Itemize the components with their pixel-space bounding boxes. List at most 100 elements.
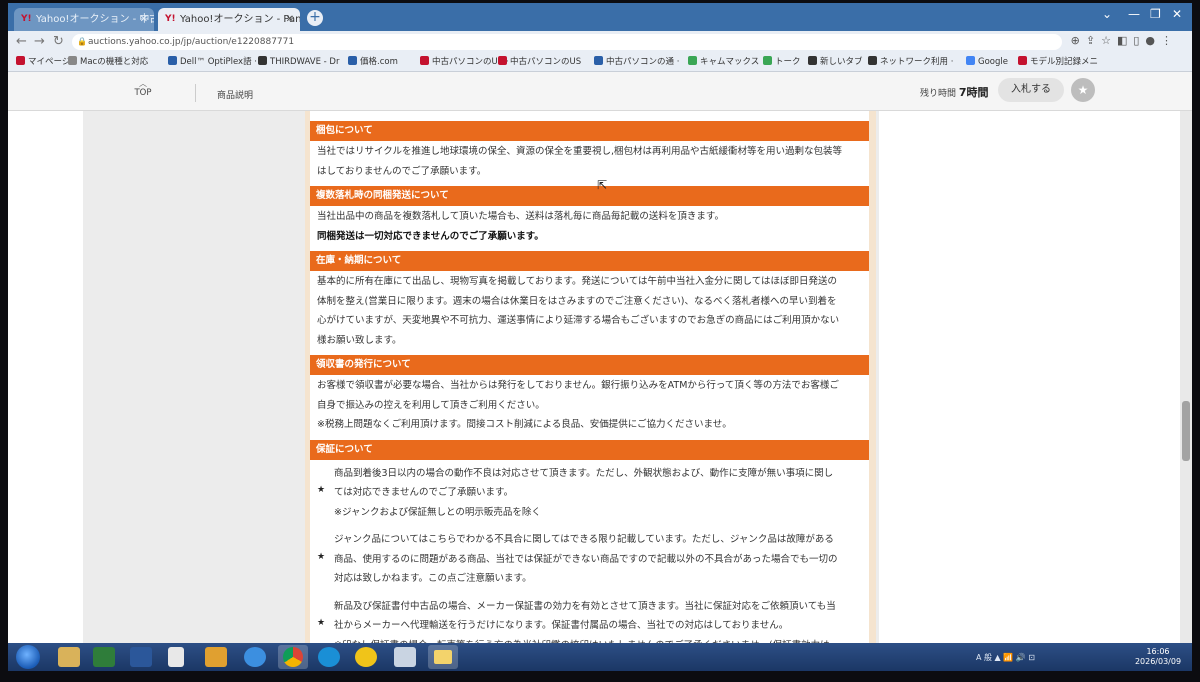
bookmark-item[interactable]: 中古パソコンの通 · <box>594 56 679 68</box>
document-icon[interactable] <box>168 647 184 667</box>
bookmark-label: 中古パソコンの通 · <box>606 57 680 67</box>
bookmark-favicon-icon <box>168 56 177 65</box>
yahoo-favicon-icon: Y! <box>21 14 32 24</box>
bookmark-favicon-icon <box>258 56 267 65</box>
bookmark-label: Dell™ OptiPlex語 · <box>180 57 257 67</box>
bookmark-item[interactable]: Google <box>966 56 1008 68</box>
app-icon-2[interactable] <box>394 647 416 667</box>
scrollbar-thumb[interactable] <box>1182 401 1190 461</box>
bookmark-item[interactable]: 中古パソコンのUS <box>498 56 581 68</box>
forward-arrow-icon[interactable]: → <box>34 33 45 51</box>
warranty-item-text: ては対応できませんのでご了承願います。 <box>334 487 514 498</box>
auction-sticky-header: ︿ TOP 商品説明 残り時間 7時間 入札する ★ <box>8 72 1192 111</box>
page-scrollbar[interactable] <box>1180 111 1192 643</box>
section-text: 同梱発送は一切対応できませんのでご了承願います。 <box>317 230 544 242</box>
url-text: auctions.yahoo.co.jp/jp/auction/e1220887… <box>88 37 295 47</box>
bookmark-item[interactable]: Macの機種と対応 <box>68 56 148 68</box>
top-label: TOP <box>134 88 152 98</box>
folder-icon <box>434 650 452 664</box>
close-icon[interactable]: ✕ <box>140 8 148 31</box>
minimize-button[interactable]: — <box>1128 5 1140 23</box>
chrome-icon <box>283 647 303 667</box>
warranty-item-text: 商品、使用するのに問題がある商品、当社では保証ができない商品ですので記載以外の不… <box>334 553 838 565</box>
section-text: 当社出品中の商品を複数落札して頂いた場合も、送料は落札毎に商品毎記載の送料を頂き… <box>317 211 724 222</box>
bookmark-label: トーク <box>775 57 801 67</box>
bookmark-item[interactable]: モデル別記録メニ <box>1018 56 1098 68</box>
bookmark-favicon-icon <box>348 56 357 65</box>
bookmark-label: マイページ <box>28 57 71 67</box>
tab-auction-2[interactable]: Y! Yahoo!オークション - Panaso ✕ <box>158 8 300 31</box>
bid-button[interactable]: 入札する <box>998 78 1064 102</box>
bookmark-item[interactable]: Dell™ OptiPlex語 · <box>168 56 257 68</box>
tab-auction-1[interactable]: Y! Yahoo!オークション - 中古パ ✕ <box>14 8 154 31</box>
bookmark-favicon-icon <box>808 56 817 65</box>
divider <box>195 84 196 102</box>
clock-date: 2026/03/09 <box>1134 657 1182 666</box>
bookmark-item[interactable]: 価格.com <box>348 56 398 68</box>
warranty-item-text: ※ジャンクおよび保証無しとの明示販売品を除く <box>334 506 541 518</box>
browser-toolbar-icons[interactable]: ⊕⇪☆◧▯●⋮ <box>1071 34 1178 47</box>
excel-icon[interactable] <box>93 647 115 667</box>
app-icon[interactable] <box>355 647 377 667</box>
bookmark-item[interactable]: キャムマックス <box>688 56 759 68</box>
close-icon[interactable]: ✕ <box>286 8 294 31</box>
maximize-button[interactable]: ❐ <box>1150 5 1161 23</box>
watchlist-star-icon[interactable]: ★ <box>1071 78 1095 102</box>
section-text: ※税務上問題なくご利用頂けます。間接コスト削減による良品、安価提供にご協力くださ… <box>317 419 732 430</box>
bookmark-favicon-icon <box>966 56 975 65</box>
bookmark-label: ネットワーク利用 · <box>880 57 954 67</box>
chevron-up-icon: ︿ <box>139 79 147 88</box>
bookmark-item[interactable]: 中古パソコンのUS · <box>420 56 509 68</box>
bookmark-favicon-icon <box>868 56 877 65</box>
section-heading: 保証について <box>310 439 869 460</box>
bookmark-item[interactable]: マイページ <box>16 56 70 68</box>
section-text: 体制を整え(営業日に限ります。週末の場合は休業日をはさみますのでご注意ください)… <box>317 295 837 307</box>
yahoo-favicon-icon: Y! <box>165 14 176 24</box>
screen: Y! Yahoo!オークション - 中古パ ✕ Y! Yahoo!オークション … <box>8 3 1192 671</box>
file-explorer-icon[interactable] <box>58 647 80 667</box>
edge-icon[interactable] <box>318 647 340 667</box>
description-link[interactable]: 商品説明 <box>217 88 253 101</box>
description-content: 梱包について 当社ではリサイクルを推進し地球環境の保全、資源の保全を重要視し,梱包… <box>310 111 869 643</box>
section-text: はしておりませんのでご了承願います。 <box>317 165 487 177</box>
folder-taskbar-button[interactable] <box>428 645 458 669</box>
chrome-taskbar-button[interactable] <box>278 645 308 669</box>
bookmark-favicon-icon <box>16 56 25 65</box>
section-heading: 在庫・納期について <box>310 251 869 271</box>
tab-search-icon[interactable]: ⌄ <box>1102 5 1112 23</box>
start-button[interactable] <box>16 645 40 669</box>
tab-title: Yahoo!オークション - Panaso <box>180 14 300 25</box>
bookmark-favicon-icon <box>498 56 507 65</box>
back-arrow-icon[interactable]: ← <box>16 33 27 51</box>
bookmark-item[interactable]: 新しいタブ <box>808 56 863 68</box>
bookmark-favicon-icon <box>594 56 603 65</box>
reload-icon[interactable]: ↻ <box>53 33 64 51</box>
bookmark-item[interactable]: ネットワーク利用 · <box>868 56 953 68</box>
section-text: 心がけていますが、天変地異や不可抗力、運送事情により延滞する場合もございますので… <box>317 315 840 326</box>
clock[interactable]: 16:06 2026/03/09 <box>1134 647 1182 667</box>
new-tab-button[interactable]: + <box>307 10 323 26</box>
bullet-star-icon: ★ <box>317 551 326 562</box>
top-link[interactable]: ︿ TOP <box>128 79 158 99</box>
bullet-star-icon: ★ <box>317 618 326 628</box>
bookmark-favicon-icon <box>1018 56 1027 65</box>
system-tray[interactable]: A 般 ▲ 📶 🔊 ⊡ <box>976 652 1035 663</box>
bookmarks-bar: マイページ Macの機種と対応 Dell™ OptiPlex語 · THIRDWAVE… <box>8 53 1192 72</box>
bookmark-favicon-icon <box>763 56 772 65</box>
bookmark-item[interactable]: THIRDWAVE - Dr <box>258 56 339 68</box>
url-field[interactable]: 🔒 auctions.yahoo.co.jp/jp/auction/e12208… <box>72 34 1062 50</box>
mouse-cursor-icon: ⇱ <box>597 178 608 192</box>
time-left-label: 残り時間 <box>920 89 957 99</box>
section-text: お客様で領収書が必要な場合、当社からは発行をしておりません。銀行振り込みをATM… <box>317 380 839 391</box>
windows-taskbar: A 般 ▲ 📶 🔊 ⊡ 16:06 2026/03/09 <box>8 643 1192 671</box>
section-heading: 複数落札時の同梱発送について <box>310 186 869 206</box>
bookmark-label: キャムマックス <box>700 57 760 67</box>
bookmark-item[interactable]: トーク <box>763 56 801 68</box>
section-heading: 領収書の発行について <box>310 355 869 375</box>
close-window-button[interactable]: ✕ <box>1172 5 1182 23</box>
mail-icon[interactable] <box>205 647 227 667</box>
internet-explorer-icon[interactable] <box>244 647 266 667</box>
bookmark-favicon-icon <box>68 56 77 65</box>
section-text: 当社ではリサイクルを推進し地球環境の保全、資源の保全を重要視し,梱包材は再利用品… <box>317 146 843 157</box>
word-icon[interactable] <box>130 647 152 667</box>
